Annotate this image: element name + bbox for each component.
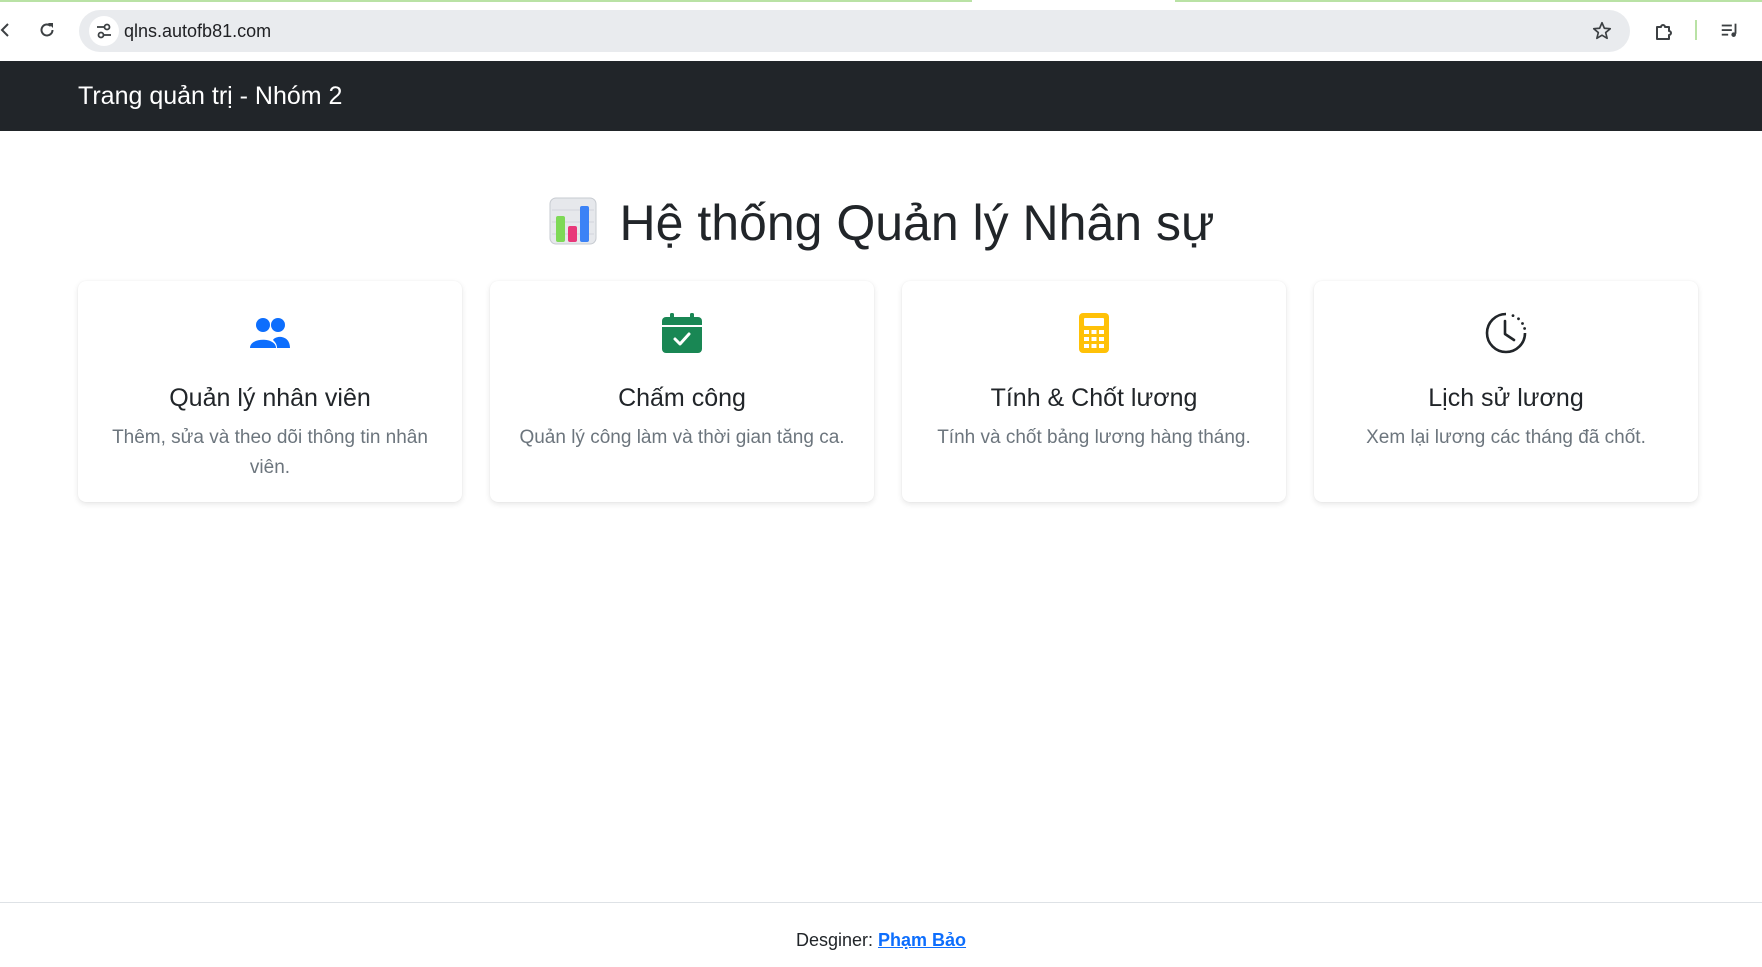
page-footer: Desginer: Phạm Bảo	[0, 902, 1762, 967]
puzzle-icon[interactable]	[1650, 17, 1678, 45]
footer-credit: Desginer: Phạm Bảo	[0, 929, 1762, 951]
card-description: Tính và chốt bảng lương hàng tháng.	[937, 427, 1251, 448]
url-text[interactable]: qlns.autofb81.com	[124, 21, 271, 41]
card-title: Lịch sử lương	[1428, 384, 1584, 412]
people-icon	[248, 311, 292, 355]
reload-icon[interactable]	[33, 16, 61, 44]
card-description: Xem lại lương các tháng đã chốt.	[1366, 427, 1646, 448]
top-navbar: Trang quản trị - Nhóm 2	[0, 61, 1762, 131]
arrow-left-icon[interactable]	[0, 16, 16, 44]
navbar-brand[interactable]: Trang quản trị - Nhóm 2	[78, 81, 342, 111]
tune-icon[interactable]	[89, 16, 119, 46]
clock-history-icon	[1484, 311, 1528, 355]
card-payroll[interactable]: Tính & Chốt lương Tính và chốt bảng lươn…	[902, 281, 1286, 502]
card-title: Chấm công	[618, 384, 746, 412]
calendar-check-icon	[660, 311, 704, 355]
card-title: Quản lý nhân viên	[169, 384, 371, 412]
tab-strip-edge	[0, 0, 972, 2]
footer-author-link[interactable]: Phạm Bảo	[878, 930, 966, 950]
card-title: Tính & Chốt lương	[990, 384, 1198, 412]
address-bar[interactable]: qlns.autofb81.com	[79, 10, 1630, 52]
media-queue-icon[interactable]	[1716, 17, 1744, 45]
page-title-text: Hệ thống Quản lý Nhân sự	[619, 195, 1215, 251]
card-salary-history[interactable]: Lịch sử lương Xem lại lương các tháng đã…	[1314, 281, 1698, 502]
bar-chart-emoji-icon	[549, 197, 597, 245]
star-icon[interactable]	[1590, 19, 1614, 43]
card-attendance[interactable]: Chấm công Quản lý công làm và thời gian …	[490, 281, 874, 502]
footer-label: Desginer:	[795, 930, 873, 950]
tab-strip-edge-right	[1175, 0, 1762, 2]
browser-toolbar: qlns.autofb81.com	[0, 0, 1762, 61]
card-employee-management[interactable]: Quản lý nhân viên Thêm, sửa và theo dõi …	[78, 281, 462, 502]
page-title: Hệ thống Quản lý Nhân sự	[0, 193, 1762, 253]
card-description: Thêm, sửa và theo dõi thông tin nhân viê…	[112, 427, 428, 478]
toolbar-divider	[1695, 20, 1697, 40]
card-description: Quản lý công làm và thời gian tăng ca.	[519, 427, 845, 448]
calculator-icon	[1072, 311, 1116, 355]
